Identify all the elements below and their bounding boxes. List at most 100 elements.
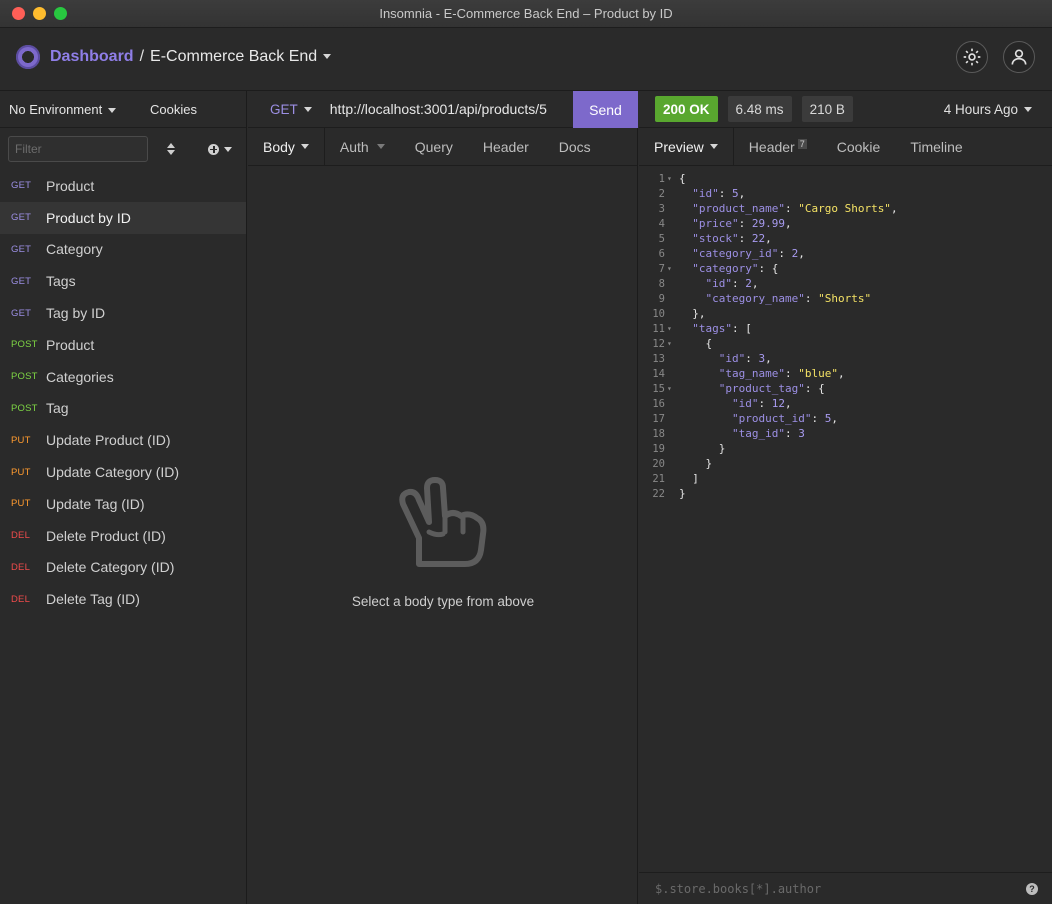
line-number: 6 [658,247,665,260]
fold-toggle-icon[interactable]: ▾ [665,264,679,273]
account-button[interactable] [1003,41,1035,73]
send-button[interactable]: Send [573,91,638,128]
tab-cookie[interactable]: Cookie [822,128,896,166]
request-name: Product [46,336,95,353]
line-number: 7 [658,262,665,275]
tab-header[interactable]: Header [468,128,544,166]
method-badge: GET [11,243,32,255]
tab-query[interactable]: Query [400,128,468,166]
chevron-down-icon [108,107,117,113]
chevron-down-icon [709,144,718,149]
code-text: "tags": [ [692,322,752,335]
tab-docs[interactable]: Docs [544,128,606,166]
sort-icon[interactable] [164,143,178,155]
response-body-viewer[interactable]: 1 ▾{2 "id": 5, 3 "product_name": "Cargo Sh… [639,171,1052,501]
fold-toggle-icon[interactable]: ▾ [665,174,679,183]
sidebar-request-item[interactable]: DEL Delete Tag (ID) [0,583,246,615]
code-line: 1 ▾{ [639,171,1052,186]
add-request-button[interactable] [208,143,232,155]
code-text: ] [679,472,699,485]
settings-button[interactable] [956,41,988,73]
code-text: "tag_name": "blue", [718,367,845,380]
sidebar-request-item[interactable]: GET Tag by ID [0,297,246,329]
code-line: 3 "product_name": "Cargo Shorts", [639,201,1052,216]
sidebar-request-item[interactable]: PUT Update Product (ID) [0,424,246,456]
peace-hand-icon [399,477,487,567]
sidebar: No Environment Cookies GET Product GET Prod… [0,91,247,904]
sidebar-request-item[interactable]: GET Product by ID [0,201,246,234]
line-number: 15 [652,382,665,395]
sidebar-request-item[interactable]: DEL Delete Category (ID) [0,552,246,584]
response-filter-input[interactable]: $.store.books[*].author [655,882,821,896]
request-pane: GET http://localhost:3001/api/products/5… [248,91,638,904]
code-text: "id": 12, [731,397,792,410]
method-badge: PUT [11,466,31,478]
chevron-down-icon [1024,107,1032,113]
breadcrumb: Dashboard / E-Commerce Back End [50,48,332,66]
code-text: } [679,457,713,470]
sidebar-request-item[interactable]: GET Product [0,170,246,202]
code-text: "id": 3, [718,352,772,365]
method-badge: DEL [11,593,31,605]
method-badge: DEL [11,561,31,573]
code-text: "id": 5, [692,187,746,200]
code-line: 16 "id": 12, [639,396,1052,411]
sidebar-request-item[interactable]: PUT Update Tag (ID) [0,488,246,520]
tab-body[interactable]: Body [248,127,325,166]
tab-preview[interactable]: Preview [639,127,734,166]
fold-toggle-icon[interactable]: ▾ [665,324,679,333]
response-history-dropdown[interactable]: 4 Hours Ago [944,102,1032,117]
code-line: 11 ▾ "tags": [ [639,321,1052,336]
tab-auth[interactable]: Auth [325,128,400,166]
code-line: 19 } [639,441,1052,456]
minimize-window-button[interactable] [33,7,46,20]
method-badge: GET [11,307,32,319]
method-badge: PUT [11,434,31,446]
project-name: E-Commerce Back End [150,48,318,65]
tab-label: Preview [654,138,704,155]
response-age: 4 Hours Ago [943,101,1018,117]
response-time-badge: 6.48 ms [727,96,792,122]
code-line: 10 }, [639,306,1052,321]
url-input[interactable]: http://localhost:3001/api/products/5 [330,101,547,117]
status-badge: 200 OK [655,96,718,122]
close-window-button[interactable] [12,7,25,20]
method-badge: GET [11,180,32,192]
sidebar-request-item[interactable]: POST Product [0,329,246,361]
help-icon[interactable]: ? [1026,882,1038,895]
line-number: 11 [652,322,665,335]
code-text: "category": { [692,262,779,275]
request-name: Category [46,241,103,258]
tab-response-header[interactable]: Header 7 [734,128,822,166]
fold-toggle-icon[interactable]: ▾ [665,384,679,393]
filter-input[interactable] [8,136,148,162]
code-line: 5 "stock": 22, [639,231,1052,246]
chevron-down-icon [303,107,312,113]
dashboard-link[interactable]: Dashboard [50,48,134,66]
sidebar-request-item[interactable]: GET Category [0,234,246,266]
method-badge: GET [11,275,32,287]
chevron-down-icon [300,144,309,149]
cookies-button[interactable]: Cookies [150,102,197,117]
method-badge: POST [11,339,38,351]
environment-dropdown[interactable]: No Environment [9,102,117,117]
sidebar-request-item[interactable]: PUT Update Category (ID) [0,456,246,488]
sidebar-request-item[interactable]: GET Tags [0,265,246,297]
insomnia-logo-icon[interactable] [16,45,40,69]
method-badge: POST [11,402,38,414]
empty-body-message: Select a body type from above [351,594,535,609]
project-dropdown[interactable]: E-Commerce Back End [150,48,332,66]
line-number: 16 [652,397,665,410]
sidebar-request-item[interactable]: POST Tag [0,393,246,425]
line-number: 3 [658,202,665,215]
code-line: 14 "tag_name": "blue", [639,366,1052,381]
sidebar-request-item[interactable]: DEL Delete Product (ID) [0,520,246,552]
code-line: 22} [639,486,1052,501]
method-dropdown[interactable]: GET [270,102,312,117]
maximize-window-button[interactable] [54,7,67,20]
line-number: 12 [652,337,665,350]
tab-timeline[interactable]: Timeline [895,128,977,166]
fold-toggle-icon[interactable]: ▾ [665,339,679,348]
sidebar-request-item[interactable]: POST Categories [0,361,246,393]
request-name: Delete Product (ID) [46,527,166,544]
